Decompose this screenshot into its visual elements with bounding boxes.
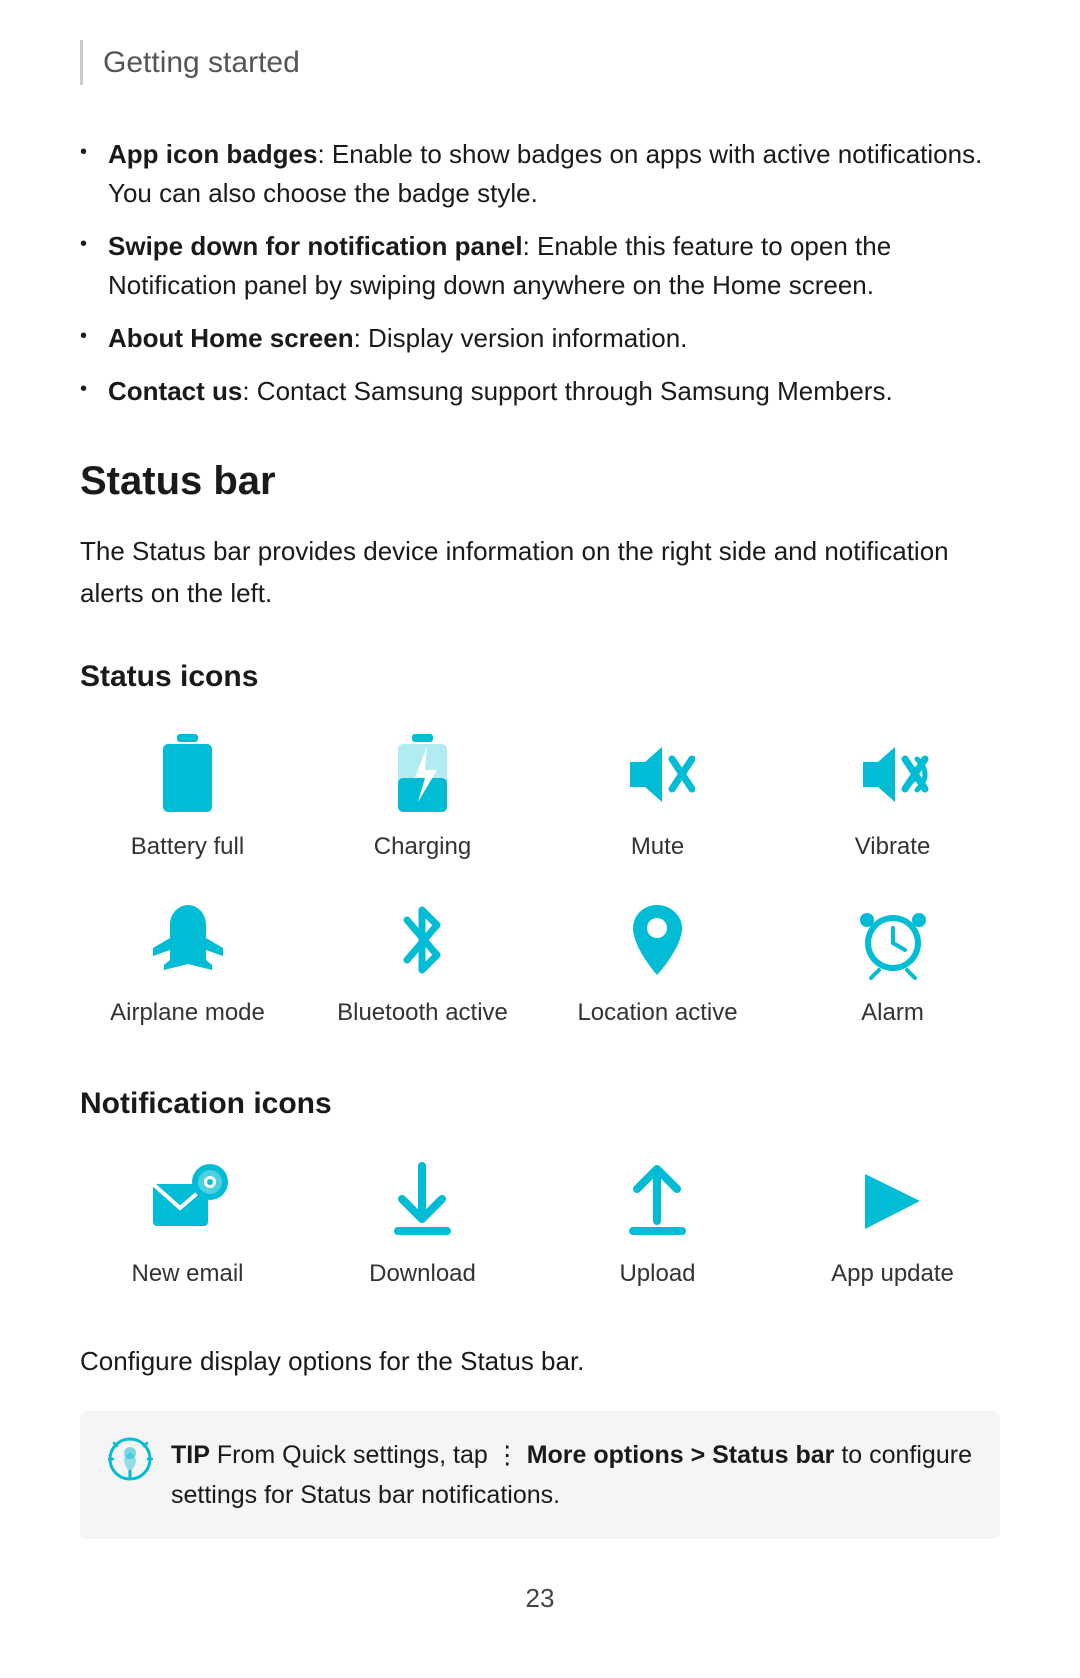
status-icons-grid: Battery full Charging Mute: [80, 729, 1000, 1031]
battery-full-item: Battery full: [80, 729, 295, 865]
location-icon: [613, 895, 703, 985]
bullet-bold-2: Swipe down for notification panel: [108, 231, 523, 261]
status-bar-title: Status bar: [80, 451, 1000, 511]
upload-item: Upload: [550, 1156, 765, 1292]
new-email-icon: [143, 1156, 233, 1246]
location-item: Location active: [550, 895, 765, 1031]
page-header: Getting started: [80, 40, 1000, 85]
page-number: 23: [80, 1579, 1000, 1618]
alarm-item: Alarm: [785, 895, 1000, 1031]
bullet-text-3: : Display version information.: [354, 323, 688, 353]
list-item: Swipe down for notification panel: Enabl…: [80, 227, 1000, 305]
mute-label: Mute: [631, 829, 684, 865]
tip-bold-text: More options > Status bar: [527, 1441, 835, 1469]
mute-item: Mute: [550, 729, 765, 865]
status-icons-title: Status icons: [80, 654, 1000, 699]
app-update-label: App update: [831, 1256, 954, 1292]
download-label: Download: [369, 1256, 476, 1292]
app-update-icon: [848, 1156, 938, 1246]
battery-full-label: Battery full: [131, 829, 244, 865]
tip-box: TIP From Quick settings, tap ⋮ More opti…: [80, 1411, 1000, 1539]
bullet-bold-1: App icon badges: [108, 139, 317, 169]
airplane-label: Airplane mode: [110, 995, 265, 1031]
bluetooth-label: Bluetooth active: [337, 995, 508, 1031]
bullet-list: App icon badges: Enable to show badges o…: [80, 135, 1000, 411]
tip-text-1: From Quick settings, tap ⋮: [217, 1441, 527, 1469]
new-email-label: New email: [131, 1256, 243, 1292]
bluetooth-icon: [378, 895, 468, 985]
list-item: About Home screen: Display version infor…: [80, 319, 1000, 358]
charging-label: Charging: [374, 829, 471, 865]
mute-icon: [613, 729, 703, 819]
download-item: Download: [315, 1156, 530, 1292]
airplane-icon: [143, 895, 233, 985]
tip-content: TIP From Quick settings, tap ⋮ More opti…: [171, 1435, 972, 1515]
location-label: Location active: [577, 995, 737, 1031]
bullet-bold-4: Contact us: [108, 376, 242, 406]
configure-text: Configure display options for the Status…: [80, 1342, 1000, 1381]
page-header-title: Getting started: [103, 46, 300, 79]
notification-icons-title: Notification icons: [80, 1081, 1000, 1126]
notification-icons-grid: New email Download Upload: [80, 1156, 1000, 1292]
bullet-text-4: : Contact Samsung support through Samsun…: [242, 376, 892, 406]
battery-full-icon: [143, 729, 233, 819]
tip-icon: [108, 1437, 153, 1494]
vibrate-item: Vibrate: [785, 729, 1000, 865]
upload-icon: [613, 1156, 703, 1246]
status-bar-description: The Status bar provides device informati…: [80, 531, 1000, 614]
bullet-bold-3: About Home screen: [108, 323, 354, 353]
vibrate-icon: [848, 729, 938, 819]
tip-label: TIP: [171, 1441, 210, 1469]
bluetooth-item: Bluetooth active: [315, 895, 530, 1031]
download-icon: [378, 1156, 468, 1246]
alarm-label: Alarm: [861, 995, 924, 1031]
new-email-item: New email: [80, 1156, 295, 1292]
airplane-item: Airplane mode: [80, 895, 295, 1031]
charging-icon: [378, 729, 468, 819]
list-item: Contact us: Contact Samsung support thro…: [80, 372, 1000, 411]
upload-label: Upload: [619, 1256, 695, 1292]
list-item: App icon badges: Enable to show badges o…: [80, 135, 1000, 213]
vibrate-label: Vibrate: [855, 829, 931, 865]
app-update-item: App update: [785, 1156, 1000, 1292]
charging-item: Charging: [315, 729, 530, 865]
alarm-icon: [848, 895, 938, 985]
